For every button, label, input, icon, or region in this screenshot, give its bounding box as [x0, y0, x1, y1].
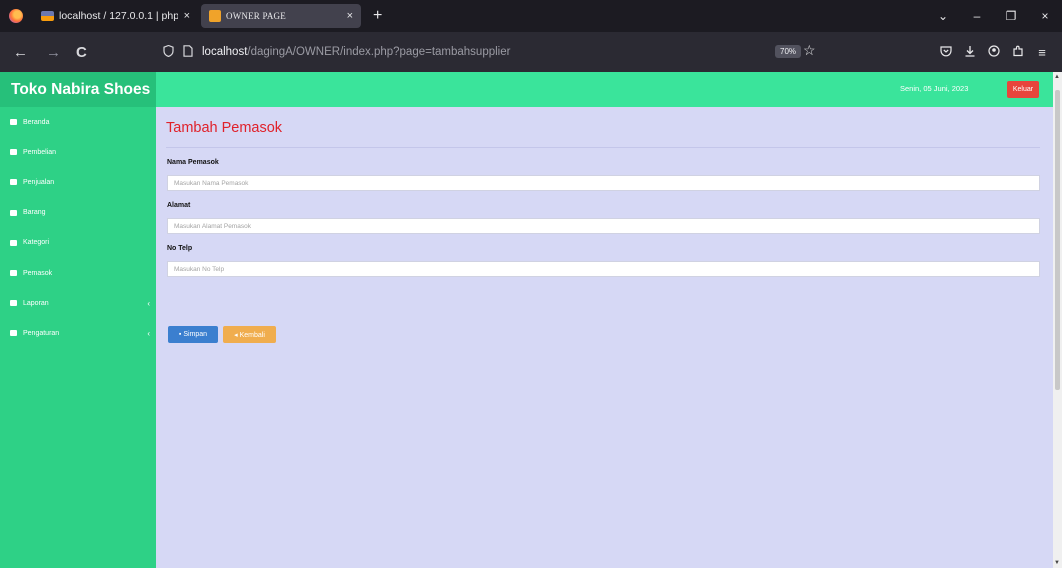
box-icon [10, 209, 17, 216]
supplier-name-input[interactable] [167, 175, 1040, 191]
menu-icon[interactable]: ≡ [1030, 45, 1054, 60]
sidebar-item-pengaturan[interactable]: Pengaturan ‹ [0, 318, 156, 348]
zoom-level-badge[interactable]: 70% [775, 45, 802, 58]
url-text[interactable]: localhost/dagingA/OWNER/index.php?page=t… [202, 46, 510, 58]
home-icon [10, 119, 17, 126]
pocket-icon[interactable] [934, 45, 958, 60]
main-content: Tambah Pemasok Nama Pemasok Alamat No Te… [156, 107, 1053, 568]
restore-button[interactable]: ❐ [994, 9, 1028, 23]
phone-label: No Telp [167, 245, 193, 252]
brand-title[interactable]: Toko Nabira Shoes [0, 72, 156, 107]
sidebar-item-kategori[interactable]: Kategori [0, 228, 156, 258]
top-header: Senin, 05 Juni, 2023 Keluar [156, 72, 1053, 107]
report-icon [10, 300, 17, 307]
bookmark-star-icon[interactable]: ☆ [803, 42, 816, 59]
page-viewport: Toko Nabira Shoes Beranda Pembelian Penj… [0, 72, 1062, 568]
minimize-button[interactable]: – [960, 9, 994, 23]
chevron-left-icon: ‹ [147, 329, 150, 339]
sidebar-item-pembelian[interactable]: Pembelian [0, 137, 156, 167]
page-scrollbar[interactable]: ▲ ▼ [1053, 72, 1062, 568]
back-button[interactable]: ← [13, 44, 28, 61]
owner-page-favicon-icon [209, 10, 221, 22]
tab-list-chevron-icon[interactable]: ⌄ [926, 9, 960, 23]
browser-window: localhost / 127.0.0.1 | phpMyAd × OWNER … [0, 0, 1062, 568]
url-bar[interactable]: localhost/dagingA/OWNER/index.php?page=t… [163, 37, 816, 67]
phone-input[interactable] [167, 261, 1040, 277]
supplier-name-label: Nama Pemasok [167, 159, 219, 166]
sales-icon [10, 179, 17, 186]
phpmyadmin-favicon-icon [41, 11, 54, 21]
save-button[interactable]: ▪ Simpan [168, 326, 218, 343]
sidebar-item-label: Pengaturan [23, 329, 60, 337]
page-title: Tambah Pemasok [166, 120, 283, 136]
tab-close-icon[interactable]: × [347, 10, 353, 22]
divider [166, 147, 1040, 148]
account-icon[interactable] [982, 44, 1006, 60]
cart-icon [10, 149, 17, 156]
new-tab-button[interactable]: + [373, 7, 382, 25]
back-button-label: Kembali [239, 331, 265, 339]
forward-button[interactable]: → [46, 44, 61, 61]
tab-phpmyadmin[interactable]: localhost / 127.0.0.1 | phpMyAd × [33, 4, 198, 28]
tab-title: localhost / 127.0.0.1 | phpMyAd [59, 10, 178, 22]
page-info-icon[interactable] [183, 44, 193, 60]
extensions-icon[interactable] [1006, 45, 1030, 60]
toolbar-icons: ≡ [934, 32, 1054, 72]
close-window-button[interactable]: × [1028, 9, 1062, 23]
tab-title: OWNER PAGE [226, 11, 286, 21]
sidebar-item-label: Beranda [23, 118, 50, 126]
sidebar-item-label: Kategori [23, 239, 50, 247]
nav-bar: ← → C localhost/dagingA/OWNER/index.php?… [0, 32, 1062, 72]
sidebar-item-barang[interactable]: Barang [0, 198, 156, 228]
sidebar-item-label: Pemasok [23, 269, 53, 277]
chevron-left-icon: ‹ [147, 299, 150, 309]
tab-close-icon[interactable]: × [184, 10, 190, 22]
sidebar-item-label: Penjualan [23, 178, 55, 186]
sidebar-item-laporan[interactable]: Laporan ‹ [0, 288, 156, 318]
download-icon[interactable] [958, 45, 982, 60]
tab-owner-page[interactable]: OWNER PAGE × [201, 4, 361, 28]
sidebar-item-label: Laporan [23, 299, 49, 307]
save-button-label: Simpan [183, 331, 208, 338]
scroll-down-icon[interactable]: ▼ [1054, 560, 1060, 566]
wrench-icon [10, 330, 17, 337]
reload-button[interactable]: C [76, 44, 87, 61]
scroll-thumb[interactable] [1055, 90, 1060, 390]
sidebar-item-label: Barang [23, 209, 46, 217]
sidebar-item-label: Pembelian [23, 148, 57, 156]
address-input[interactable] [167, 218, 1040, 234]
sidebar-item-beranda[interactable]: Beranda [0, 107, 156, 137]
url-path: /dagingA/OWNER/index.php?page=tambahsupp… [247, 46, 511, 58]
sidebar-item-pemasok[interactable]: Pemasok [0, 258, 156, 288]
logout-button[interactable]: Keluar [1007, 81, 1039, 98]
address-label: Alamat [167, 202, 191, 209]
scroll-up-icon[interactable]: ▲ [1054, 74, 1060, 80]
sidebar-item-penjualan[interactable]: Penjualan [0, 167, 156, 197]
tag-icon [10, 239, 17, 246]
window-controls: ⌄ – ❐ × [926, 0, 1062, 32]
truck-icon [10, 270, 17, 277]
firefox-logo-icon [9, 9, 23, 23]
sidebar: Toko Nabira Shoes Beranda Pembelian Penj… [0, 72, 156, 568]
url-host: localhost [202, 46, 248, 58]
shield-icon[interactable] [163, 44, 174, 60]
current-date: Senin, 05 Juni, 2023 [900, 84, 969, 93]
tab-strip: localhost / 127.0.0.1 | phpMyAd × OWNER … [0, 0, 1062, 32]
back-form-button[interactable]: ◂ Kembali [223, 326, 276, 343]
